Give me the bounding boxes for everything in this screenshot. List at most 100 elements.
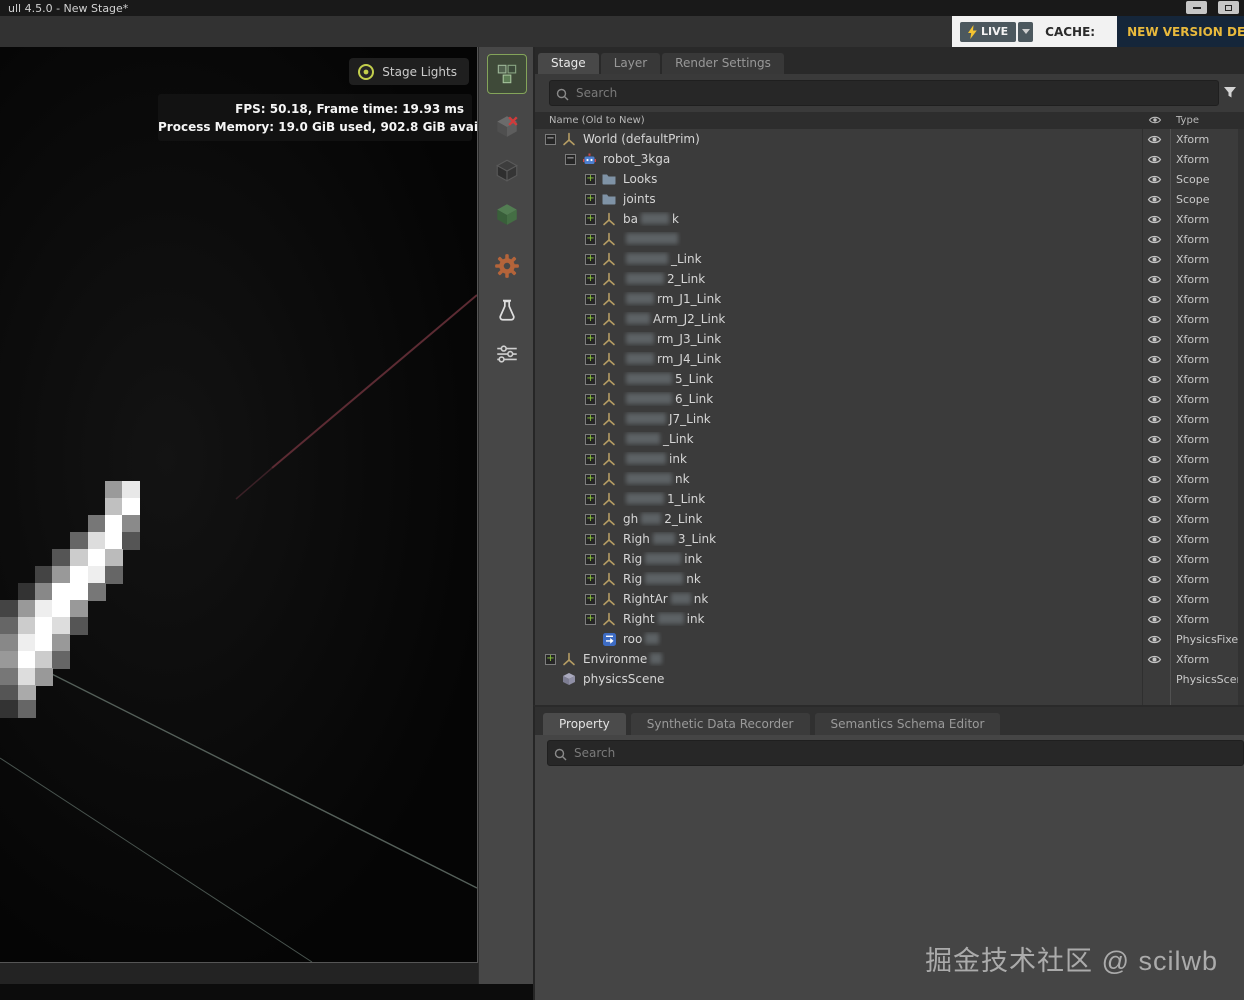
tree-row[interactable]: +J7_LinkXform <box>535 409 1244 429</box>
expand-toggle[interactable]: + <box>585 454 596 465</box>
expand-toggle[interactable]: + <box>585 214 596 225</box>
collapse-toggle[interactable]: − <box>545 134 556 145</box>
expand-toggle[interactable]: + <box>585 374 596 385</box>
visibility-eye-icon[interactable] <box>1147 474 1162 488</box>
column-name[interactable]: Name (Old to New) <box>549 115 645 126</box>
expand-toggle[interactable]: + <box>585 554 596 565</box>
tree-row[interactable]: −World (defaultPrim)Xform <box>535 129 1244 149</box>
live-dropdown-button[interactable] <box>1018 22 1033 42</box>
visibility-eye-icon[interactable] <box>1147 634 1162 648</box>
tree-row[interactable]: +EnvironmeXform <box>535 649 1244 669</box>
tree-row[interactable]: +jointsScope <box>535 189 1244 209</box>
tree-row[interactable]: +RightinkXform <box>535 609 1244 629</box>
expand-toggle[interactable]: + <box>585 234 596 245</box>
viewport[interactable]: Stage Lights FPS: 50.18, Frame time: 19.… <box>0 47 478 963</box>
expand-toggle[interactable]: + <box>585 514 596 525</box>
tree-row[interactable]: +LooksScope <box>535 169 1244 189</box>
tree-row[interactable]: +RiginkXform <box>535 549 1244 569</box>
tree-row[interactable]: +rm_J3_LinkXform <box>535 329 1244 349</box>
tree-row[interactable]: +rm_J1_LinkXform <box>535 289 1244 309</box>
visibility-eye-icon[interactable] <box>1147 274 1162 288</box>
expand-toggle[interactable]: + <box>585 174 596 185</box>
visibility-eye-icon[interactable] <box>1147 294 1162 308</box>
dark-cube-tool-button[interactable] <box>487 150 527 190</box>
visibility-eye-icon[interactable] <box>1147 554 1162 568</box>
tree-row[interactable]: rooPhysicsFixedJoint <box>535 629 1244 649</box>
tab-property[interactable]: Property <box>543 713 626 735</box>
visibility-eye-icon[interactable] <box>1147 254 1162 268</box>
visibility-eye-icon[interactable] <box>1147 134 1162 148</box>
visibility-eye-icon[interactable] <box>1147 534 1162 548</box>
expand-toggle[interactable]: + <box>585 254 596 265</box>
expand-toggle[interactable]: + <box>585 434 596 445</box>
visibility-eye-icon[interactable] <box>1147 174 1162 188</box>
expand-toggle[interactable]: + <box>585 414 596 425</box>
expand-toggle[interactable]: + <box>585 594 596 605</box>
expand-toggle[interactable]: + <box>585 294 596 305</box>
minimize-button[interactable] <box>1186 1 1207 14</box>
visibility-eye-icon[interactable] <box>1147 574 1162 588</box>
tree-row[interactable]: +_LinkXform <box>535 249 1244 269</box>
expand-toggle[interactable]: + <box>545 654 556 665</box>
visibility-eye-icon[interactable] <box>1147 314 1162 328</box>
visibility-eye-icon[interactable] <box>1147 494 1162 508</box>
tree-row[interactable]: +Arm_J2_LinkXform <box>535 309 1244 329</box>
tree-row[interactable]: +_LinkXform <box>535 429 1244 449</box>
tree-row[interactable]: +gh2_LinkXform <box>535 509 1244 529</box>
expand-toggle[interactable]: + <box>585 334 596 345</box>
maximize-button[interactable] <box>1218 1 1239 14</box>
tree-row[interactable]: +rm_J4_LinkXform <box>535 349 1244 369</box>
expand-toggle[interactable]: + <box>585 614 596 625</box>
tree-row[interactable]: physicsScenePhysicsScene <box>535 669 1244 689</box>
expand-toggle[interactable]: + <box>585 474 596 485</box>
tab-render-settings[interactable]: Render Settings <box>662 53 784 74</box>
expand-toggle[interactable]: + <box>585 274 596 285</box>
visibility-eye-icon[interactable] <box>1147 414 1162 428</box>
tab-layer[interactable]: Layer <box>601 53 660 74</box>
tree-row[interactable]: −robot_3kgaXform <box>535 149 1244 169</box>
expand-toggle[interactable]: + <box>585 194 596 205</box>
tree-row[interactable]: +1_LinkXform <box>535 489 1244 509</box>
sliders-tool-button[interactable] <box>487 334 527 374</box>
tree-row[interactable]: +Xform <box>535 229 1244 249</box>
tab-synthetic-data-recorder[interactable]: Synthetic Data Recorder <box>631 713 810 735</box>
stage-lights-button[interactable]: Stage Lights <box>349 58 469 85</box>
new-version-banner[interactable]: NEW VERSION DETECTED <box>1117 16 1244 47</box>
flask-tool-button[interactable] <box>487 290 527 330</box>
tree-row[interactable]: +nkXform <box>535 469 1244 489</box>
visibility-eye-icon[interactable] <box>1147 374 1162 388</box>
tab-semantics-schema-editor[interactable]: Semantics Schema Editor <box>815 713 1001 735</box>
live-sync-button[interactable]: LIVE <box>960 22 1016 42</box>
cubes-tool-button[interactable] <box>487 54 527 94</box>
visibility-eye-icon[interactable] <box>1147 594 1162 608</box>
tree-row[interactable]: +6_LinkXform <box>535 389 1244 409</box>
tree-row[interactable]: +RightArnkXform <box>535 589 1244 609</box>
visibility-eye-icon[interactable] <box>1147 434 1162 448</box>
stage-search-input[interactable] <box>549 80 1219 106</box>
visibility-eye-icon[interactable] <box>1147 394 1162 408</box>
visibility-eye-icon[interactable] <box>1147 334 1162 348</box>
tree-row[interactable]: +Righ3_LinkXform <box>535 529 1244 549</box>
visibility-eye-icon[interactable] <box>1147 194 1162 208</box>
tree-row[interactable]: +5_LinkXform <box>535 369 1244 389</box>
cube-delete-tool-button[interactable] <box>487 106 527 146</box>
expand-toggle[interactable]: + <box>585 314 596 325</box>
tab-stage[interactable]: Stage <box>538 53 599 74</box>
gear-tool-button[interactable] <box>487 246 527 286</box>
expand-toggle[interactable]: + <box>585 494 596 505</box>
expand-toggle[interactable]: + <box>585 354 596 365</box>
property-search-input[interactable] <box>547 740 1244 766</box>
visibility-eye-icon[interactable] <box>1147 654 1162 668</box>
expand-toggle[interactable]: + <box>585 394 596 405</box>
filter-icon[interactable] <box>1223 84 1236 103</box>
visibility-eye-icon[interactable] <box>1147 354 1162 368</box>
tree-row[interactable]: +bakXform <box>535 209 1244 229</box>
green-cube-tool-button[interactable] <box>487 194 527 234</box>
visibility-eye-icon[interactable] <box>1147 234 1162 248</box>
collapse-toggle[interactable]: − <box>565 154 576 165</box>
visibility-eye-icon[interactable] <box>1147 614 1162 628</box>
tree-scrollbar[interactable] <box>1238 129 1244 705</box>
visibility-eye-icon[interactable] <box>1147 214 1162 228</box>
expand-toggle[interactable]: + <box>585 574 596 585</box>
column-type[interactable]: Type <box>1176 115 1199 126</box>
